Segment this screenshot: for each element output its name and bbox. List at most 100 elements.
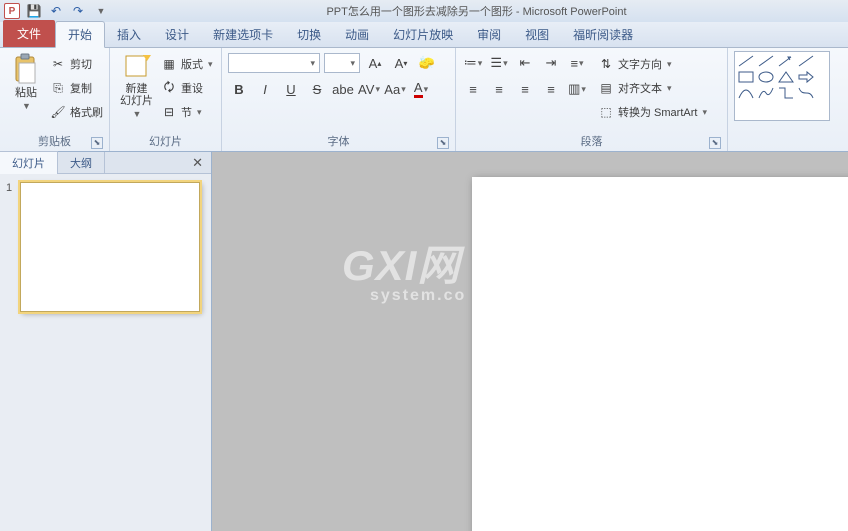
align-text-icon: ▤ [598,80,614,96]
layout-icon: ▦ [161,56,177,72]
shape-arrow-icon [777,54,795,68]
section-button[interactable]: ⊟ 节▾ [161,101,213,123]
close-icon: ✕ [192,155,203,170]
app-icon: P [4,3,20,19]
smartart-label: 转换为 SmartArt [618,104,697,120]
columns-button[interactable]: ▥▾ [566,79,588,99]
redo-icon[interactable]: ↷ [70,3,86,19]
side-tabs: 幻灯片 大纲 ✕ [0,152,211,174]
align-left-button[interactable]: ≡ [462,79,484,99]
group-drawing-label [734,137,842,151]
text-direction-button[interactable]: ⇅ 文字方向▾ [598,53,707,75]
shape-curve-icon [797,86,815,100]
tab-home[interactable]: 开始 [55,21,105,48]
group-slides: 新建 幻灯片 ▼ ▦ 版式▾ 🗘 重设 ⊟ 节▾ 幻灯片 [110,48,222,151]
section-label: 节 [181,104,192,120]
tab-review[interactable]: 审阅 [465,22,513,47]
shape-curve-icon [737,86,755,100]
shrink-font-button[interactable]: A▾ [390,53,412,73]
window-title: PPT怎么用一个图形去减除另一个图形 - Microsoft PowerPoin… [109,3,844,19]
tab-animations[interactable]: 动画 [333,22,381,47]
shape-oval-icon [757,70,775,84]
copy-button[interactable]: ⎘ 复制 [50,77,103,99]
tab-slideshow[interactable]: 幻灯片放映 [381,22,465,47]
group-slides-label: 幻灯片 [116,133,215,151]
slides-panel: 幻灯片 大纲 ✕ 1 [0,152,212,531]
numbering-button[interactable]: ☰▾ [488,53,510,73]
thumbnail-item[interactable]: 1 [6,182,205,312]
save-icon[interactable]: 💾 [26,3,42,19]
tab-design[interactable]: 设计 [153,22,201,47]
chevron-down-icon: ▼ [133,109,142,119]
increase-indent-button[interactable]: ⇥ [540,53,562,73]
sidetab-outline[interactable]: 大纲 [58,152,105,174]
shape-connector-icon [777,86,795,100]
slide-thumbnail[interactable] [20,182,200,312]
chevron-down-icon: ▼ [22,101,31,111]
reset-button[interactable]: 🗘 重设 [161,77,213,99]
underline-button[interactable]: U [280,79,302,99]
align-center-button[interactable]: ≡ [488,79,510,99]
shape-line-icon [757,54,775,68]
font-size-combo[interactable]: ▾ [324,53,360,73]
cut-button[interactable]: ✂ 剪切 [50,53,103,75]
group-paragraph: ≔▾ ☰▾ ⇤ ⇥ ≡▾ ≡ ≡ ≡ ≡ ▥▾ ⇅ 文字方向▾ [456,48,728,151]
layout-button[interactable]: ▦ 版式▾ [161,53,213,75]
shape-line-icon [737,54,755,68]
tab-insert[interactable]: 插入 [105,22,153,47]
qat-dropdown-icon[interactable]: ▼ [93,3,109,19]
paste-button[interactable]: 粘贴 ▼ [6,51,46,113]
italic-button[interactable]: I [254,79,276,99]
change-case-button[interactable]: Aa▾ [384,79,406,99]
close-panel-button[interactable]: ✕ [184,155,211,171]
tab-foxit[interactable]: 福昕阅读器 [561,22,645,47]
align-right-button[interactable]: ≡ [514,79,536,99]
sidetab-slides[interactable]: 幻灯片 [0,151,58,174]
grow-font-button[interactable]: A▴ [364,53,386,73]
shape-arrow-icon [797,70,815,84]
shape-line-icon [797,54,815,68]
reset-icon: 🗘 [161,80,177,96]
group-font-label: 字体 ⬊ [228,133,449,151]
dialog-launcher-icon[interactable]: ⬊ [437,137,449,149]
copy-label: 复制 [70,80,92,96]
paste-icon [12,53,40,85]
bullets-button[interactable]: ≔▾ [462,53,484,73]
paste-label: 粘贴 [15,87,37,99]
slide-canvas[interactable] [472,177,848,531]
tab-transitions[interactable]: 切换 [285,22,333,47]
canvas-area[interactable]: GXI网 system.co [212,152,848,531]
scissors-icon: ✂ [50,56,66,72]
dialog-launcher-icon[interactable]: ⬊ [91,137,103,149]
format-painter-label: 格式刷 [70,104,103,120]
align-text-button[interactable]: ▤ 对齐文本▾ [598,77,707,99]
shapes-gallery[interactable] [734,51,830,121]
thumbnails-list: 1 [0,174,211,531]
bold-button[interactable]: B [228,79,250,99]
char-spacing-button[interactable]: AV▾ [358,79,380,99]
section-icon: ⊟ [161,104,177,120]
smartart-icon: ⬚ [598,104,614,120]
shape-curve-icon [757,86,775,100]
group-clipboard: 粘贴 ▼ ✂ 剪切 ⎘ 复制 🖌 格式刷 剪贴板 ⬊ [0,48,110,151]
dialog-launcher-icon[interactable]: ⬊ [709,137,721,149]
tab-view[interactable]: 视图 [513,22,561,47]
format-painter-button[interactable]: 🖌 格式刷 [50,101,103,123]
font-name-combo[interactable]: ▾ [228,53,320,73]
ribbon-tabs: 文件 开始 插入 设计 新建选项卡 切换 动画 幻灯片放映 审阅 视图 福昕阅读… [0,22,848,48]
shadow-button[interactable]: abe [332,79,354,99]
decrease-indent-button[interactable]: ⇤ [514,53,536,73]
undo-icon[interactable]: ↶ [48,3,64,19]
strikethrough-button[interactable]: S [306,79,328,99]
tab-newtab[interactable]: 新建选项卡 [201,22,285,47]
quick-access-toolbar: 💾 ↶ ↷ ▼ [26,3,109,19]
line-spacing-button[interactable]: ≡▾ [566,53,588,73]
tab-file[interactable]: 文件 [3,20,55,47]
shape-rect-icon [737,70,755,84]
new-slide-button[interactable]: 新建 幻灯片 ▼ [116,51,157,121]
smartart-button[interactable]: ⬚ 转换为 SmartArt▾ [598,101,707,123]
clear-formatting-button[interactable]: 🧽 [416,53,438,73]
title-bar: P 💾 ↶ ↷ ▼ PPT怎么用一个图形去减除另一个图形 - Microsoft… [0,0,848,22]
font-color-button[interactable]: A▾ [410,79,432,99]
justify-button[interactable]: ≡ [540,79,562,99]
